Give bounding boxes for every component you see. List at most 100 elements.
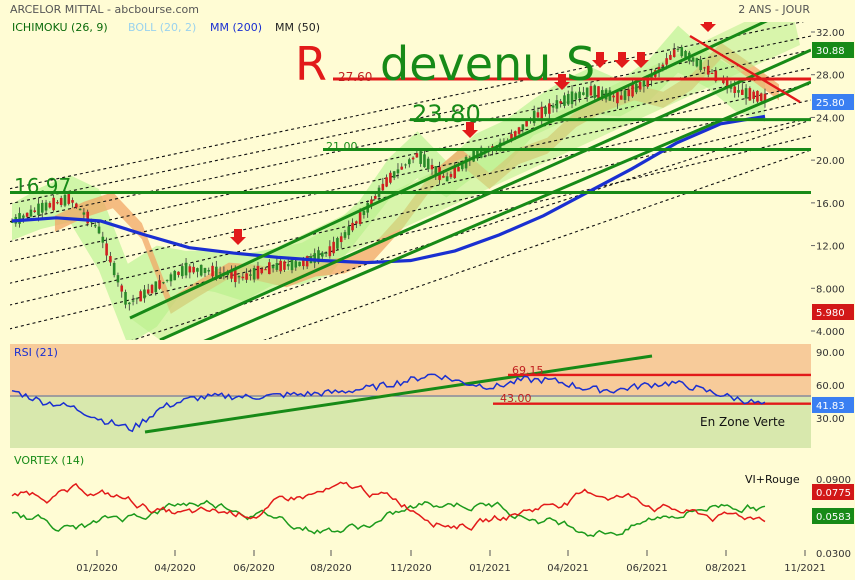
candle-body [430,164,434,170]
candle-body [56,202,59,204]
legend-ichimoku: ICHIMOKU (26, 9) [12,21,108,34]
candle-body [578,91,581,99]
candle-body [124,291,127,305]
candle-body [162,282,165,284]
level-label-27-60: 27.60 [338,70,372,84]
candle-body [408,159,411,165]
legend-ma200: MM (200) [210,21,262,34]
candle-body [184,262,188,276]
candle-body [188,266,192,273]
candle-body [33,210,37,212]
candle-body [339,236,343,243]
candle-body [268,262,271,275]
candle-body [619,95,623,100]
candle-body [597,86,600,99]
candle-body [521,124,525,130]
headline-text: devenu S [380,37,595,91]
candle-body [733,86,737,93]
candle-body [97,226,101,234]
candle-body [748,88,752,101]
price-y-tick-label: 32.00 [816,28,845,39]
x-tick-label: 06/2021 [626,563,668,574]
candle-body [101,236,105,243]
candle-body [279,260,282,272]
candle-body [241,276,245,279]
x-tick-label: 11/2021 [784,563,826,574]
candle-body [218,272,222,274]
vi-plus-label: 0.0775 [816,488,851,499]
candle-body [536,112,540,118]
candle-body [286,264,290,267]
candle-body [146,289,150,294]
candle-body [759,93,763,102]
rsi-y-tick-label: 30.00 [816,414,845,425]
vortex-y-tick-label: 0.0300 [816,549,851,560]
candle-body [706,65,710,75]
vortex-y-axis: 0.09000.06000.03000.07750.0583 [812,475,854,560]
chart-period: 2 ANS - JOUR [738,3,810,16]
x-tick-label: 06/2020 [233,563,275,574]
candle-body [120,285,124,292]
candle-body [631,84,634,97]
candle-body [680,47,684,57]
vortex-plot-area [10,452,811,550]
candle-body [71,200,74,203]
candle-body [25,212,29,217]
candle-body [22,215,25,218]
rsi-level-69: 69.15 [512,364,544,377]
candle-body [563,95,566,106]
candle-body [154,281,158,293]
candle-body [264,269,267,271]
candle-body [78,208,82,211]
candle-body [116,275,120,283]
candle-body [389,172,392,183]
candle-body [525,120,528,127]
candle-body [48,203,52,208]
candle-body [396,169,400,174]
candle-body [540,106,544,119]
candle-body [744,88,748,99]
candle-body [40,202,44,213]
candle-body [373,196,377,199]
candle-body [260,268,264,274]
x-tick-label: 04/2020 [154,563,196,574]
candle-body [298,261,301,267]
candle-body [347,226,351,236]
x-tick-label: 11/2020 [390,563,432,574]
candle-body [112,262,116,276]
candle-body [29,209,33,217]
candle-body [52,197,55,211]
candle-body [442,175,445,178]
candle-body [169,274,173,282]
candle-body [139,291,142,302]
candle-body [237,275,241,278]
candle-body [271,265,275,269]
candle-body [256,266,260,279]
candle-body [756,90,759,102]
candle-body [551,105,555,108]
candle-body [249,274,252,276]
stock-chart: 32.00 28.00 24.00 20.00 16.00 12.00 8.000 4.000… [10,3,854,574]
candle-body [135,298,139,300]
price-y-tick-label: 8.000 [816,284,845,295]
candle-body [457,166,460,172]
candle-body [294,261,298,268]
candle-body [143,289,146,299]
candle-body [737,90,740,93]
candle-body [661,64,665,67]
level-label-21-00: 21.00 [326,140,358,153]
candle-body [548,103,551,114]
candle-body [18,213,21,224]
lower-value-badge: 5.980 [816,308,845,319]
candle-body [411,157,415,160]
candle-body [199,264,203,276]
rsi-y-tick-label: 90.00 [816,348,845,359]
candle-body [82,212,86,215]
candle-body [684,50,687,58]
candle-body [233,269,237,283]
rsi-note: En Zone Verte [700,415,785,429]
candle-body [211,265,214,277]
candle-body [423,154,426,168]
candle-body [196,268,199,272]
candle-body [635,83,638,93]
